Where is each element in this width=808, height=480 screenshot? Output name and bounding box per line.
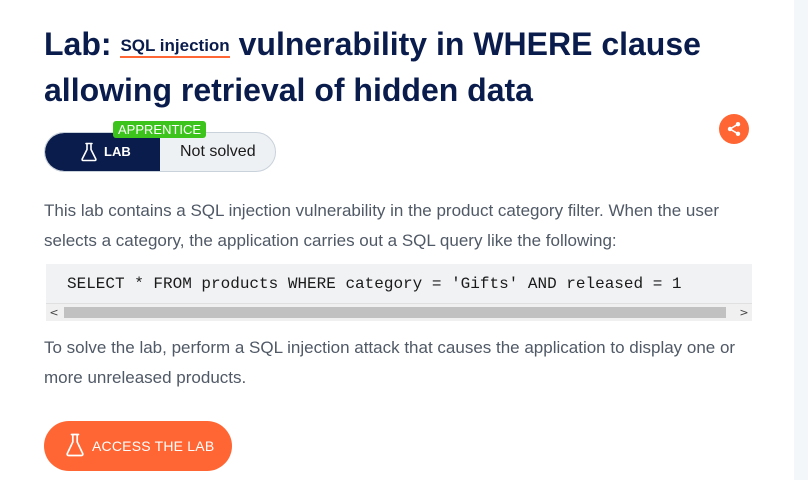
scrollbar-thumb[interactable] bbox=[64, 307, 726, 318]
sql-query: SELECT * FROM products WHERE category = … bbox=[67, 275, 682, 293]
flask-icon bbox=[66, 433, 84, 457]
flask-icon bbox=[81, 142, 97, 162]
title-prefix: Lab: bbox=[44, 26, 112, 62]
page-edge bbox=[794, 0, 808, 480]
lab-label: LAB bbox=[104, 144, 131, 159]
apprentice-badge: APPRENTICE bbox=[113, 121, 207, 138]
sql-injection-term-link[interactable]: SQL injection bbox=[120, 36, 230, 58]
solved-status: Not solved bbox=[180, 143, 256, 160]
page-title: Lab: SQL injection vulnerability in WHER… bbox=[44, 22, 774, 112]
access-button-label: ACCESS THE LAB bbox=[92, 438, 215, 454]
lab-instructions: To solve the lab, perform a SQL injectio… bbox=[44, 338, 736, 387]
scroll-left-arrow[interactable]: < bbox=[46, 304, 62, 321]
lab-description: This lab contains a SQL injection vulner… bbox=[44, 201, 720, 250]
horizontal-scrollbar[interactable]: < > bbox=[46, 303, 752, 321]
scroll-right-arrow[interactable]: > bbox=[736, 304, 752, 321]
share-icon bbox=[727, 122, 741, 136]
lab-label-segment: LAB bbox=[45, 133, 160, 171]
lab-page: Lab: SQL injection vulnerability in WHER… bbox=[0, 0, 808, 480]
lab-status-widget: LAB Not solved bbox=[44, 132, 276, 172]
sql-code-block: SELECT * FROM products WHERE category = … bbox=[46, 264, 752, 321]
share-button[interactable] bbox=[719, 114, 749, 144]
access-the-lab-button[interactable]: ACCESS THE LAB bbox=[44, 421, 232, 471]
